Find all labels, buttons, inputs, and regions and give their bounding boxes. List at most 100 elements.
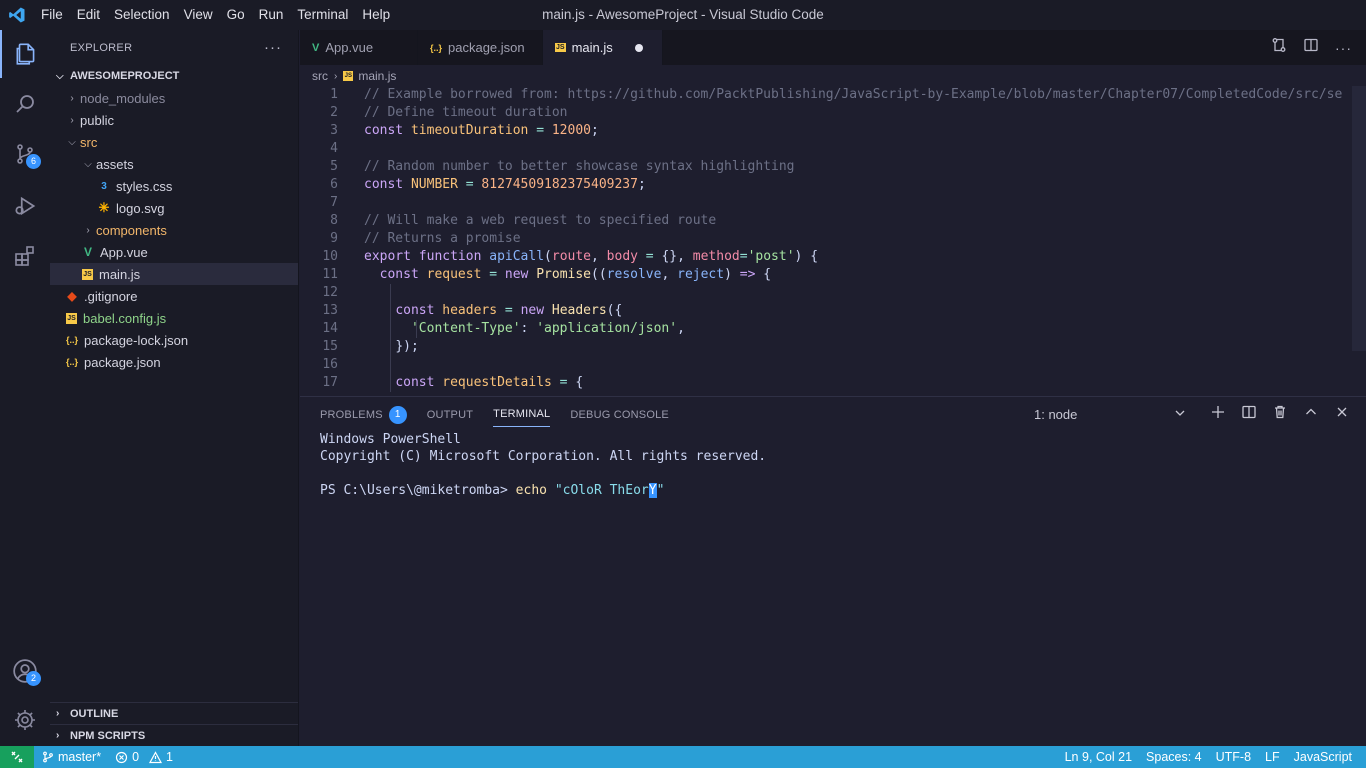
tree-item-label: babel.config.js — [83, 310, 167, 326]
explorer-title: EXPLORER — [70, 41, 133, 54]
tree-item-logo-svg[interactable]: ✳ logo.svg — [50, 197, 298, 219]
code-line: 13 const headers = new Headers({ — [300, 302, 1354, 320]
remote-indicator-icon[interactable] — [0, 746, 34, 768]
project-section-header[interactable]: ⌵ AWESOMEPROJECT — [50, 65, 298, 87]
code-token: 'application/json' — [536, 321, 678, 336]
code-comment: // Returns a promise — [364, 231, 521, 246]
trash-icon[interactable] — [1272, 404, 1288, 425]
outline-label: OUTLINE — [70, 707, 119, 720]
line-number: 11 — [322, 267, 338, 282]
menu-file[interactable]: File — [34, 0, 70, 30]
terminal-select[interactable]: 1: node — [1034, 397, 1186, 432]
tree-item-node-modules[interactable]: › node_modules — [50, 87, 298, 109]
tree-item-label: .gitignore — [84, 288, 138, 304]
unsaved-dot-icon[interactable] — [634, 43, 643, 52]
split-editor-icon[interactable] — [1303, 37, 1319, 58]
outline-section-header[interactable]: › OUTLINE — [50, 702, 298, 724]
tree-item-src[interactable]: ⌵ src — [50, 131, 298, 153]
terminal-output[interactable]: Windows PowerShell Copyright (C) Microso… — [320, 431, 766, 499]
vscode-logo-icon[interactable] — [0, 0, 34, 30]
code-token: 'post' — [747, 249, 795, 264]
terminal-argument-end: " — [656, 483, 665, 498]
chevron-down-icon: ⌵ — [68, 136, 76, 148]
svg-file-icon: ✳ — [98, 200, 110, 215]
code-line: 7 — [300, 194, 1354, 212]
tab-package-json[interactable]: {..} package.json — [418, 30, 543, 65]
tree-item-package-json[interactable]: {..} package.json — [50, 351, 298, 373]
line-number: 4 — [330, 141, 338, 156]
scm-badge: 6 — [26, 154, 41, 169]
indent-guide — [390, 374, 391, 392]
branch-status[interactable]: master* — [42, 750, 101, 764]
tab-problems[interactable]: PROBLEMS 1 — [320, 397, 407, 432]
encoding[interactable]: UTF-8 — [1216, 750, 1251, 764]
cursor-position[interactable]: Ln 9, Col 21 — [1065, 750, 1132, 764]
tree-item-main-js[interactable]: JS main.js — [50, 263, 298, 285]
tree-item-babel-config[interactable]: JS babel.config.js — [50, 307, 298, 329]
tree-item-styles-css[interactable]: 3 styles.css — [50, 175, 298, 197]
tree-item-assets[interactable]: ⌵ assets — [50, 153, 298, 175]
tab-debug-console[interactable]: DEBUG CONSOLE — [570, 397, 669, 432]
tab-main-js[interactable]: JS main.js — [543, 30, 663, 65]
menu-run[interactable]: Run — [252, 0, 291, 30]
split-terminal-icon[interactable] — [1241, 404, 1257, 425]
panel-actions — [1210, 397, 1350, 432]
code-line: 8 // Will make a web request to specifie… — [300, 212, 1354, 230]
menu-terminal[interactable]: Terminal — [290, 0, 355, 30]
menu-help[interactable]: Help — [355, 0, 397, 30]
tree-item-app-vue[interactable]: V App.vue — [50, 241, 298, 263]
menu-go[interactable]: Go — [220, 0, 252, 30]
code-editor[interactable]: 1 // Example borrowed from: https://gith… — [300, 86, 1354, 396]
source-control-icon[interactable]: 6 — [0, 130, 50, 178]
breadcrumb-folder[interactable]: src — [312, 69, 328, 83]
menu-selection[interactable]: Selection — [107, 0, 177, 30]
open-changes-icon[interactable] — [1271, 37, 1287, 58]
error-count: 0 — [132, 750, 140, 764]
code-line: 12 — [300, 284, 1354, 302]
tab-app-vue[interactable]: V App.vue — [300, 30, 418, 65]
tree-item-public[interactable]: › public — [50, 109, 298, 131]
vue-file-icon: V — [312, 41, 320, 54]
accounts-icon[interactable]: 2 — [0, 647, 50, 695]
chevron-down-icon — [1174, 407, 1186, 422]
menu-view[interactable]: View — [177, 0, 220, 30]
code-token: ; — [637, 177, 646, 192]
js-file-icon: JS — [343, 71, 354, 81]
more-actions-icon[interactable]: ··· — [264, 39, 282, 56]
tab-output[interactable]: OUTPUT — [427, 397, 473, 432]
project-name: AWESOMEPROJECT — [70, 70, 180, 82]
editor-scrollbar[interactable] — [1352, 86, 1366, 351]
tree-item-gitignore[interactable]: ◆ .gitignore — [50, 285, 298, 307]
indent-guide — [390, 320, 391, 338]
run-debug-icon[interactable] — [0, 182, 50, 230]
tree-item-package-lock-json[interactable]: {..} package-lock.json — [50, 329, 298, 351]
extensions-icon[interactable] — [0, 232, 50, 280]
tab-terminal[interactable]: TERMINAL — [493, 403, 551, 427]
explorer-icon[interactable] — [0, 30, 50, 78]
code-token: apiCall — [489, 249, 545, 264]
chevron-right-icon: › — [56, 730, 60, 741]
tree-item-label: node_modules — [80, 90, 166, 106]
breadcrumb-file[interactable]: main.js — [358, 69, 396, 83]
code-token: = — [528, 123, 552, 138]
new-terminal-icon[interactable] — [1210, 404, 1226, 425]
maximize-panel-icon[interactable] — [1303, 404, 1319, 425]
indentation[interactable]: Spaces: 4 — [1146, 750, 1202, 764]
line-number: 16 — [322, 357, 338, 372]
chevron-down-icon: ⌵ — [56, 70, 64, 82]
menu-edit[interactable]: Edit — [70, 0, 107, 30]
end-of-line[interactable]: LF — [1265, 750, 1280, 764]
search-icon[interactable] — [0, 80, 50, 128]
activity-bar: 6 2 — [0, 30, 50, 746]
tree-item-components[interactable]: › components — [50, 219, 298, 241]
problems-status[interactable]: 0 1 — [115, 750, 173, 764]
language-mode[interactable]: JavaScript — [1294, 750, 1352, 764]
line-number: 14 — [322, 321, 338, 336]
code-token: const — [379, 267, 419, 282]
status-left: master* 0 1 — [34, 750, 173, 764]
js-file-icon: JS — [555, 43, 566, 52]
close-panel-icon[interactable] — [1334, 404, 1350, 425]
npm-scripts-section-header[interactable]: › NPM SCRIPTS — [50, 724, 298, 746]
more-actions-icon[interactable]: ··· — [1335, 40, 1352, 56]
settings-gear-icon[interactable] — [0, 696, 50, 744]
